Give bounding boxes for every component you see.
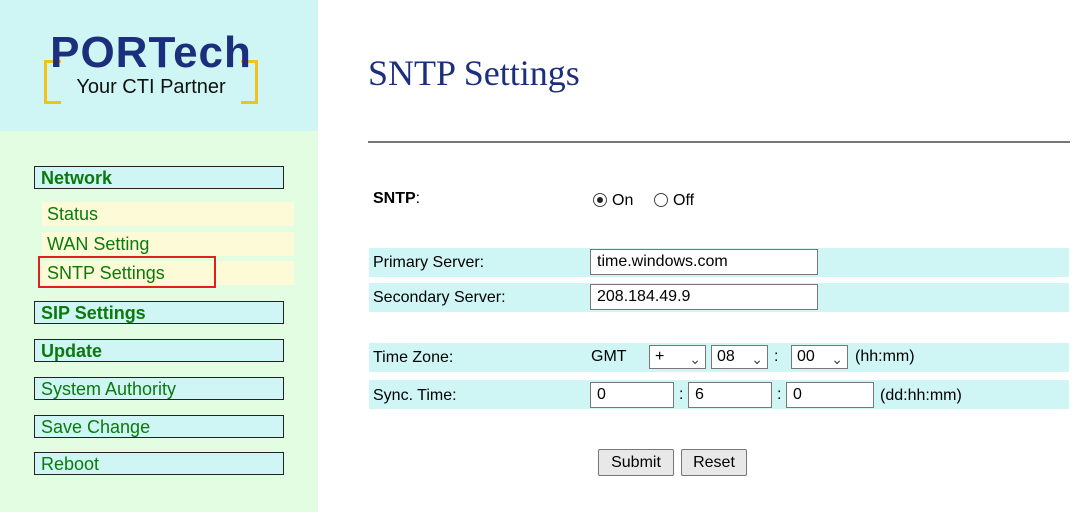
nav-network[interactable]: Network [34,166,284,189]
nav-save-change[interactable]: Save Change [34,415,284,438]
chevron-down-icon: ⌄ [689,351,701,367]
sync-time-label: Sync. Time: [373,387,457,404]
nav-status[interactable]: Status [42,202,294,226]
tz-format-hint: (hh:mm) [855,348,915,365]
sntp-on-radio[interactable] [593,193,607,207]
logo-tagline: Your CTI Partner [76,76,226,98]
title-divider [368,141,1070,143]
sync-days-input[interactable]: 0 [590,382,674,408]
nav-update[interactable]: Update [34,339,284,362]
sntp-off-radio[interactable] [654,193,668,207]
sidebar: PORTech Your CTI Partner Network Status … [0,0,318,512]
sync-separator-1: : [679,386,684,403]
logo-area: PORTech Your CTI Partner [0,0,318,131]
time-zone-label: Time Zone: [373,349,454,366]
nav-reboot[interactable]: Reboot [34,452,284,475]
nav-wan-setting[interactable]: WAN Setting [42,232,294,256]
tz-sign-value: + [655,348,665,365]
secondary-server-label: Secondary Server: [373,289,506,306]
sync-separator-2: : [777,386,782,403]
sync-hours-input[interactable]: 6 [688,382,772,408]
sntp-label: SNTP [373,190,416,207]
submit-button[interactable]: Submit [598,449,674,476]
chevron-down-icon: ⌄ [751,351,763,367]
sntp-on-label[interactable]: On [612,192,633,210]
secondary-server-input[interactable]: 208.184.49.9 [590,284,818,310]
sync-minutes-input[interactable]: 0 [786,382,874,408]
primary-server-input[interactable]: time.windows.com [590,249,818,275]
logo-brand: PORTech [50,28,252,77]
portech-logo: PORTech Your CTI Partner [38,28,264,104]
tz-minutes-value: 00 [797,348,815,365]
tz-sign-select[interactable]: + ⌄ [649,345,706,369]
nav-system-authority[interactable]: System Authority [34,377,284,400]
sntp-off-label[interactable]: Off [673,192,694,210]
tz-minutes-select[interactable]: 00 ⌄ [791,345,848,369]
sntp-label-group: SNTP: [373,190,420,208]
primary-server-label: Primary Server: [373,254,485,271]
chevron-down-icon: ⌄ [831,351,843,367]
reset-button[interactable]: Reset [681,449,747,476]
tz-hours-select[interactable]: 08 ⌄ [711,345,768,369]
tz-gmt-text: GMT [591,348,627,365]
tz-hours-value: 08 [717,348,735,365]
page-title: SNTP Settings [368,53,580,93]
nav-sip-settings[interactable]: SIP Settings [34,301,284,324]
sync-format-hint: (dd:hh:mm) [880,387,962,404]
tz-separator: : [774,348,779,365]
nav-sntp-settings[interactable]: SNTP Settings [42,261,294,285]
sntp-colon: : [415,190,421,207]
